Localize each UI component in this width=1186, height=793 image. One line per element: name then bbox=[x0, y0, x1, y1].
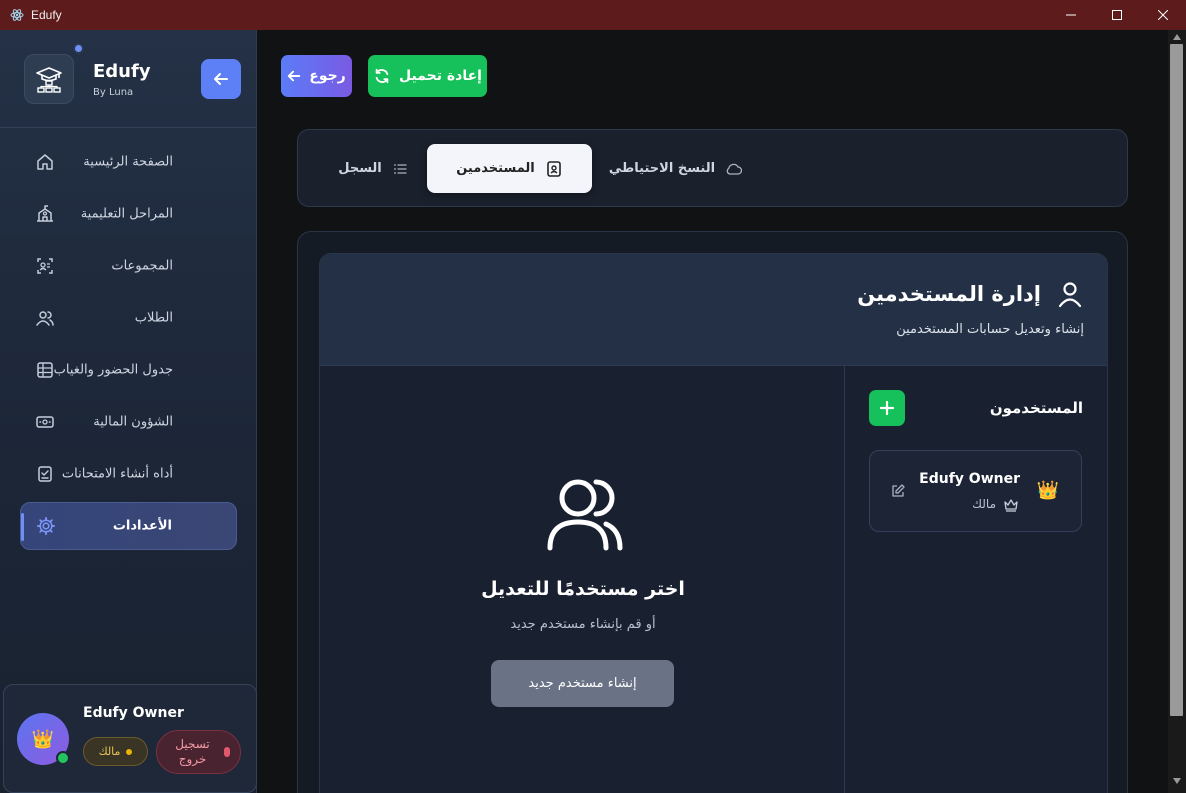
brand-subtitle: By Luna bbox=[93, 87, 134, 98]
scroll-up-icon[interactable] bbox=[1173, 34, 1181, 40]
online-status-dot bbox=[56, 751, 70, 765]
list-item-role: مالك bbox=[972, 497, 996, 511]
tab-label: النسخ الاحتياطي bbox=[608, 161, 716, 176]
sidebar-item-label: الصفحة الرئيسية bbox=[83, 154, 173, 170]
role-badge: مالك bbox=[83, 737, 148, 766]
graduation-cap-icon bbox=[36, 67, 62, 93]
crown-icon: 👑 bbox=[31, 728, 55, 750]
logout-icon bbox=[223, 747, 230, 757]
card-subtitle: إنشاء وتعديل حسابات المستخدمين bbox=[896, 322, 1084, 337]
sidebar-item-label: جدول الحضور والغياب bbox=[53, 362, 173, 378]
exam-icon bbox=[34, 463, 56, 485]
user-icon bbox=[1058, 282, 1082, 308]
scrollbar-thumb[interactable] bbox=[1170, 44, 1183, 716]
list-item[interactable]: Edufy Owner مالك 👑 bbox=[869, 450, 1082, 532]
sidebar-item-attendance[interactable]: جدول الحضور والغياب bbox=[20, 346, 237, 394]
collapse-sidebar-button[interactable] bbox=[201, 59, 241, 99]
plus-icon bbox=[879, 400, 895, 416]
sidebar-item-label: المجموعات bbox=[111, 258, 173, 274]
logo bbox=[24, 54, 74, 104]
minimize-button[interactable] bbox=[1048, 0, 1094, 30]
electron-icon bbox=[10, 8, 24, 22]
users-list-title: المستخدمون bbox=[989, 399, 1083, 417]
window-title: Edufy bbox=[31, 8, 62, 22]
brand-header: Edufy By Luna bbox=[0, 30, 257, 128]
users-list-column: المستخدمون Edufy Owner مالك 👑 bbox=[844, 366, 1107, 793]
sidebar-item-settings[interactable]: الأعدادات bbox=[20, 502, 237, 550]
main-content: رجوع إعادة تحميل السجل المستخدمين النسخ … bbox=[258, 30, 1168, 793]
user-name: Edufy Owner bbox=[83, 705, 184, 721]
sidebar-item-finance[interactable]: الشؤون المالية bbox=[20, 398, 237, 446]
sidebar-item-exams[interactable]: أداه أنشاء الامتحانات bbox=[20, 450, 237, 498]
empty-state-subtitle: أو قم بإنشاء مستخدم جديد bbox=[510, 617, 656, 632]
gear-icon bbox=[35, 515, 57, 537]
role-dot bbox=[126, 748, 133, 755]
sidebar-item-home[interactable]: الصفحة الرئيسية bbox=[20, 138, 237, 186]
create-user-button[interactable]: إنشاء مستخدم جديد bbox=[491, 660, 674, 707]
logout-label: تسجيل خروج bbox=[175, 737, 210, 766]
add-user-button[interactable] bbox=[869, 390, 905, 426]
minimize-icon bbox=[1066, 14, 1076, 16]
app-window: Edufy Edufy By Luna الصفحة الرئيسية المر… bbox=[0, 0, 1186, 793]
scrollbar[interactable] bbox=[1168, 30, 1186, 793]
list-item-name: Edufy Owner bbox=[919, 471, 1020, 487]
maximize-button[interactable] bbox=[1094, 0, 1140, 30]
users-panel: إدارة المستخدمين إنشاء وتعديل حسابات الم… bbox=[297, 231, 1128, 793]
logout-button[interactable]: تسجيل خروج bbox=[156, 730, 241, 774]
cloud-icon bbox=[726, 163, 743, 175]
money-icon bbox=[34, 411, 56, 433]
arrow-left-icon bbox=[288, 70, 301, 82]
empty-state: اختر مستخدمًا للتعديل أو قم بإنشاء مستخد… bbox=[320, 366, 846, 793]
back-label: رجوع bbox=[309, 68, 346, 84]
reload-button[interactable]: إعادة تحميل bbox=[368, 55, 487, 97]
tab-log[interactable]: السجل bbox=[328, 144, 418, 193]
title-bar: Edufy bbox=[0, 0, 1186, 30]
sidebar-item-stages[interactable]: المراحل التعليمية bbox=[20, 190, 237, 238]
sidebar-item-label: الأعدادات bbox=[112, 518, 172, 534]
groups-icon bbox=[34, 255, 56, 277]
card-title: إدارة المستخدمين bbox=[857, 282, 1041, 306]
home-icon bbox=[34, 151, 56, 173]
sidebar: Edufy By Luna الصفحة الرئيسية المراحل ال… bbox=[0, 30, 257, 793]
users-icon bbox=[547, 479, 623, 551]
sidebar-item-label: أداه أنشاء الامتحانات bbox=[61, 466, 173, 482]
contact-icon bbox=[546, 160, 561, 177]
sidebar-item-label: الشؤون المالية bbox=[93, 414, 173, 430]
scroll-down-icon[interactable] bbox=[1173, 778, 1181, 784]
close-window-button[interactable] bbox=[1140, 0, 1186, 30]
empty-state-title: اختر مستخدمًا للتعديل bbox=[481, 578, 685, 600]
sidebar-item-label: المراحل التعليمية bbox=[80, 206, 173, 222]
reload-label: إعادة تحميل bbox=[399, 68, 482, 84]
crown-outline-icon bbox=[1004, 499, 1018, 512]
students-icon bbox=[34, 307, 56, 329]
status-dot bbox=[73, 43, 84, 54]
tab-label: السجل bbox=[338, 161, 382, 176]
list-icon bbox=[393, 163, 407, 174]
settings-tabs: السجل المستخدمين النسخ الاحتياطي bbox=[297, 129, 1128, 207]
user-management-card: إدارة المستخدمين إنشاء وتعديل حسابات الم… bbox=[319, 253, 1108, 793]
maximize-icon bbox=[1112, 10, 1122, 20]
crown-icon: 👑 bbox=[1036, 480, 1059, 501]
school-icon bbox=[34, 203, 56, 225]
sidebar-item-students[interactable]: الطلاب bbox=[20, 294, 237, 342]
user-profile-card: 👑 Edufy Owner مالك تسجيل خروج bbox=[3, 684, 257, 793]
tab-users[interactable]: المستخدمين bbox=[427, 144, 592, 193]
arrow-left-icon bbox=[214, 73, 228, 85]
close-icon bbox=[1158, 10, 1168, 20]
sidebar-item-label: الطلاب bbox=[134, 310, 173, 326]
edit-icon[interactable] bbox=[890, 483, 906, 499]
back-button[interactable]: رجوع bbox=[281, 55, 352, 97]
role-label: مالك bbox=[98, 745, 121, 758]
tab-label: المستخدمين bbox=[456, 161, 535, 176]
sidebar-item-groups[interactable]: المجموعات bbox=[20, 242, 237, 290]
brand-name: Edufy bbox=[93, 61, 151, 82]
refresh-icon bbox=[375, 68, 389, 84]
card-header: إدارة المستخدمين إنشاء وتعديل حسابات الم… bbox=[320, 254, 1107, 366]
tab-backup[interactable]: النسخ الاحتياطي bbox=[606, 144, 746, 193]
